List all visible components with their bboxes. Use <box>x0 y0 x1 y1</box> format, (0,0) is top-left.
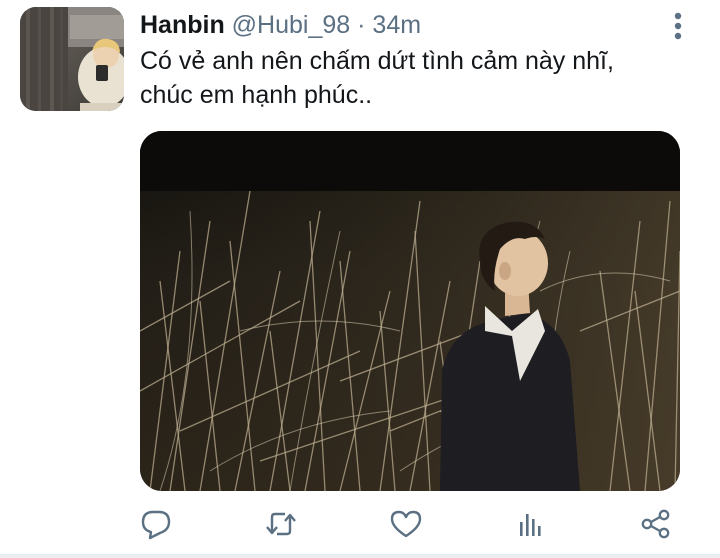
tweet-actions <box>0 502 720 546</box>
share-icon <box>641 509 670 539</box>
analytics-button[interactable] <box>513 506 549 542</box>
author-handle[interactable]: @Hubi_98 <box>232 11 351 39</box>
avatar[interactable] <box>20 7 124 111</box>
analytics-icon <box>520 514 541 536</box>
author-name[interactable]: Hanbin <box>140 11 225 39</box>
heart-icon <box>390 510 422 538</box>
separator-dot: · <box>357 11 366 39</box>
tweet-photo[interactable] <box>140 131 680 491</box>
tweet-text: Có vẻ anh nên chấm dứt tình cảm này nhĩ,… <box>140 44 700 112</box>
tweet[interactable]: Hanbin @Hubi_98 · 34m Có vẻ anh nên chấm… <box>0 0 720 558</box>
like-button[interactable] <box>388 506 424 542</box>
reply-button[interactable] <box>138 506 174 542</box>
retweet-button[interactable] <box>263 506 299 542</box>
more-options-button[interactable] <box>664 10 692 42</box>
divider <box>0 554 720 558</box>
tweet-time[interactable]: 34m <box>372 11 421 39</box>
reply-icon <box>141 510 171 540</box>
avatar-image <box>20 7 124 111</box>
retweet-icon <box>266 512 296 536</box>
tweet-header: Hanbin @Hubi_98 · 34m <box>140 10 421 40</box>
photo-image <box>140 131 680 491</box>
tweet-text-line: Có vẻ anh nên chấm dứt tình cảm này nhĩ, <box>140 47 614 75</box>
tweet-text-line: chúc em hạnh phúc.. <box>140 81 373 109</box>
share-button[interactable] <box>638 506 674 542</box>
more-vertical-icon <box>674 12 682 40</box>
